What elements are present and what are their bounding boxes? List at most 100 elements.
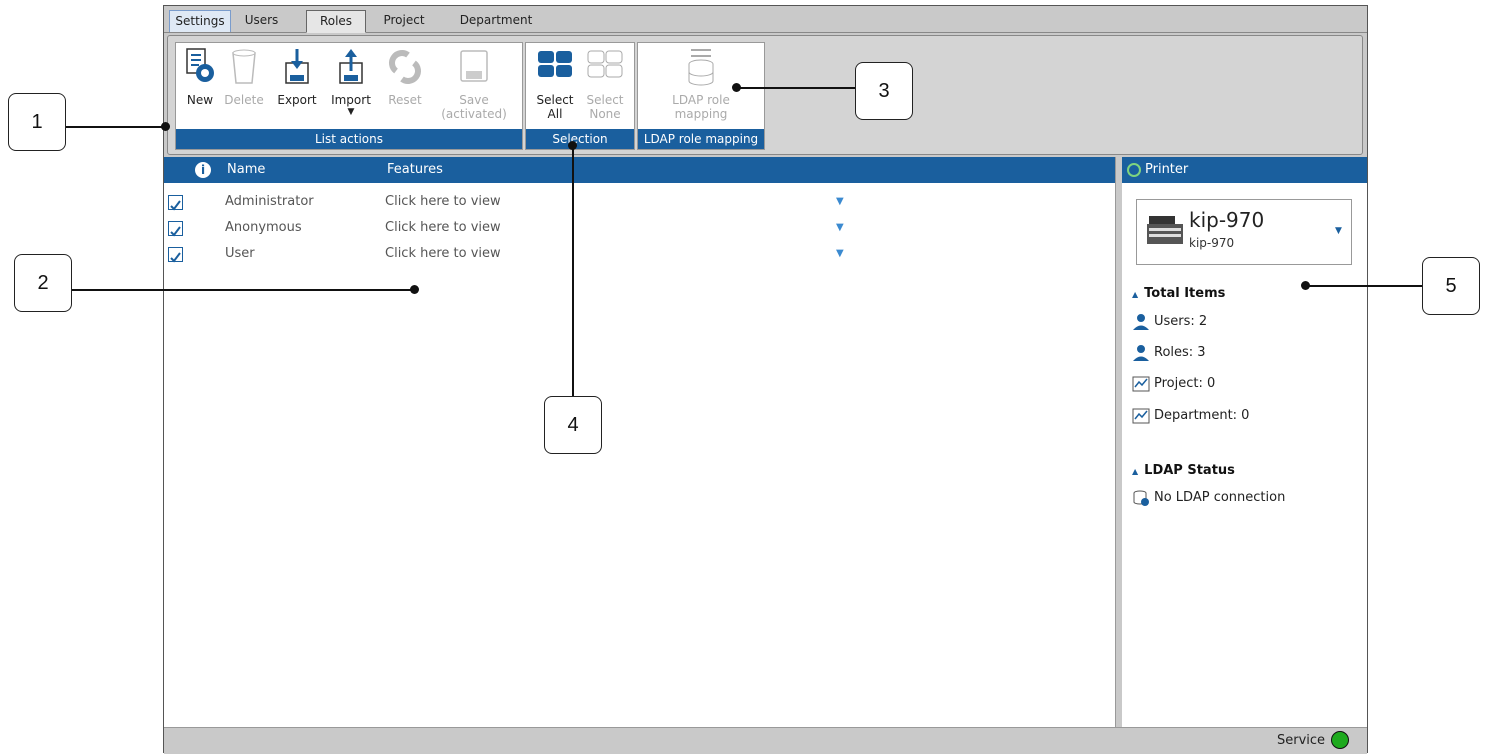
roles-grid: i Name Features Administrator Click here… xyxy=(164,157,1116,727)
roles-count-text: Roles: 3 xyxy=(1154,345,1206,360)
tab-settings[interactable]: Settings xyxy=(169,10,231,32)
database-icon xyxy=(688,49,714,86)
callout-dot-3 xyxy=(732,83,741,92)
roles-count: Roles: 3 xyxy=(1132,343,1206,363)
callout-dot-5 xyxy=(1301,281,1310,290)
callout-dot-2 xyxy=(410,285,419,294)
reset-button[interactable]: Reset xyxy=(384,45,426,107)
ldap-group-label: LDAP role mapping xyxy=(638,129,764,149)
callout-5: 5 xyxy=(1422,257,1480,315)
row-features[interactable]: Click here to view xyxy=(385,215,501,241)
service-label: Service xyxy=(1277,733,1326,748)
database-disconnected-icon xyxy=(1133,490,1149,506)
row-checkbox[interactable] xyxy=(168,195,183,211)
select-all-button[interactable]: Select All xyxy=(532,45,578,121)
new-icon xyxy=(186,48,214,82)
collapse-icon[interactable]: ▲ xyxy=(1132,467,1138,476)
tab-users[interactable]: Users xyxy=(234,10,289,31)
tab-bar: Settings Users Roles Project Department xyxy=(164,6,1367,33)
save-button[interactable]: Save (activated) xyxy=(432,45,516,121)
callout-4: 4 xyxy=(544,396,602,454)
select-all-icon xyxy=(538,51,572,77)
callout-1: 1 xyxy=(8,93,66,151)
side-header: Printer xyxy=(1122,157,1367,183)
collapse-icon[interactable]: ▲ xyxy=(1132,290,1138,299)
table-row[interactable]: Administrator Click here to view ▼ xyxy=(164,189,1115,215)
row-name: Anonymous xyxy=(225,220,302,235)
total-items-label: Total Items xyxy=(1144,286,1226,301)
project-count-text: Project: 0 xyxy=(1154,376,1216,391)
printer-name: kip-970 xyxy=(1189,208,1265,232)
chart-icon xyxy=(1132,376,1150,391)
refresh-icon[interactable] xyxy=(1127,163,1141,177)
app-window: Settings Users Roles Project Department … xyxy=(163,5,1368,754)
chevron-down-icon[interactable]: ▼ xyxy=(836,241,844,267)
ribbon: New Delete Export Import ▼ Reset Save (a… xyxy=(167,35,1363,155)
side-panel: Printer kip-970 kip-970 ▼ ▲ Total Items U… xyxy=(1122,157,1367,727)
side-title: Printer xyxy=(1145,162,1189,177)
delete-label: Delete xyxy=(224,93,264,107)
selection-group: Select All Select None Selection xyxy=(525,42,635,150)
users-count-text: Users: 2 xyxy=(1154,314,1208,329)
total-items-header[interactable]: ▲ Total Items xyxy=(1132,286,1225,301)
callout-3: 3 xyxy=(855,62,913,120)
grid-header: i Name Features xyxy=(164,157,1115,183)
save-label-2: (activated) xyxy=(441,107,507,121)
user-icon xyxy=(1133,313,1149,330)
table-row[interactable]: Anonymous Click here to view ▼ xyxy=(164,215,1115,241)
export-button[interactable]: Export xyxy=(274,45,320,107)
ldap-btn-label-1: LDAP role xyxy=(672,93,730,107)
row-features[interactable]: Click here to view xyxy=(385,241,501,267)
callout-line-4 xyxy=(572,146,574,396)
select-all-label-1: Select xyxy=(536,93,574,107)
save-label-1: Save xyxy=(459,93,489,107)
chevron-down-icon[interactable]: ▼ xyxy=(1335,226,1342,236)
import-label: Import xyxy=(331,93,371,107)
callout-line-2 xyxy=(72,289,414,291)
ldap-group: LDAP role mapping LDAP role mapping xyxy=(637,42,765,150)
chevron-down-icon[interactable]: ▼ xyxy=(836,215,844,241)
import-dropdown-icon[interactable]: ▼ xyxy=(326,107,376,117)
printer-selector[interactable]: kip-970 kip-970 ▼ xyxy=(1136,199,1352,265)
printer-icon xyxy=(1147,216,1183,244)
department-count: Department: 0 xyxy=(1132,406,1249,426)
table-row[interactable]: User Click here to view ▼ xyxy=(164,241,1115,267)
new-button[interactable]: New xyxy=(182,45,218,107)
tab-roles[interactable]: Roles xyxy=(306,10,366,33)
row-checkbox[interactable] xyxy=(168,221,183,237)
select-none-label-1: Select xyxy=(586,93,624,107)
reset-label: Reset xyxy=(388,93,422,107)
info-icon: i xyxy=(195,162,211,178)
user-icon xyxy=(1133,344,1149,361)
list-actions-label: List actions xyxy=(176,129,522,149)
select-none-icon xyxy=(587,50,623,78)
reset-icon xyxy=(389,50,421,84)
import-button[interactable]: Import ▼ xyxy=(326,45,376,117)
callout-line-3 xyxy=(740,87,855,89)
callout-line-1 xyxy=(66,126,166,128)
service-status-indicator xyxy=(1331,731,1349,749)
select-none-label-2: None xyxy=(589,107,621,121)
callout-2: 2 xyxy=(14,254,72,312)
chart-icon xyxy=(1132,408,1150,423)
select-none-button[interactable]: Select None xyxy=(582,45,628,121)
trash-icon xyxy=(232,49,256,84)
col-features-header[interactable]: Features xyxy=(387,157,443,183)
ldap-status-header[interactable]: ▲ LDAP Status xyxy=(1132,463,1235,478)
col-name-header[interactable]: Name xyxy=(227,157,265,183)
ldap-status-label: LDAP Status xyxy=(1144,463,1235,478)
selection-label: Selection xyxy=(526,129,634,149)
row-features[interactable]: Click here to view xyxy=(385,189,501,215)
select-all-label-2: All xyxy=(547,107,563,121)
tab-project[interactable]: Project xyxy=(374,10,434,31)
tab-department[interactable]: Department xyxy=(446,10,546,31)
row-name: Administrator xyxy=(225,194,314,209)
chevron-down-icon[interactable]: ▼ xyxy=(836,189,844,215)
status-bar: Service xyxy=(164,727,1367,754)
delete-button[interactable]: Delete xyxy=(222,45,266,107)
row-checkbox[interactable] xyxy=(168,247,183,263)
ldap-status-text: No LDAP connection xyxy=(1154,490,1286,505)
ldap-btn-label-2: mapping xyxy=(674,107,728,121)
export-label: Export xyxy=(277,93,317,107)
ldap-role-mapping-button[interactable]: LDAP role mapping xyxy=(658,45,744,121)
